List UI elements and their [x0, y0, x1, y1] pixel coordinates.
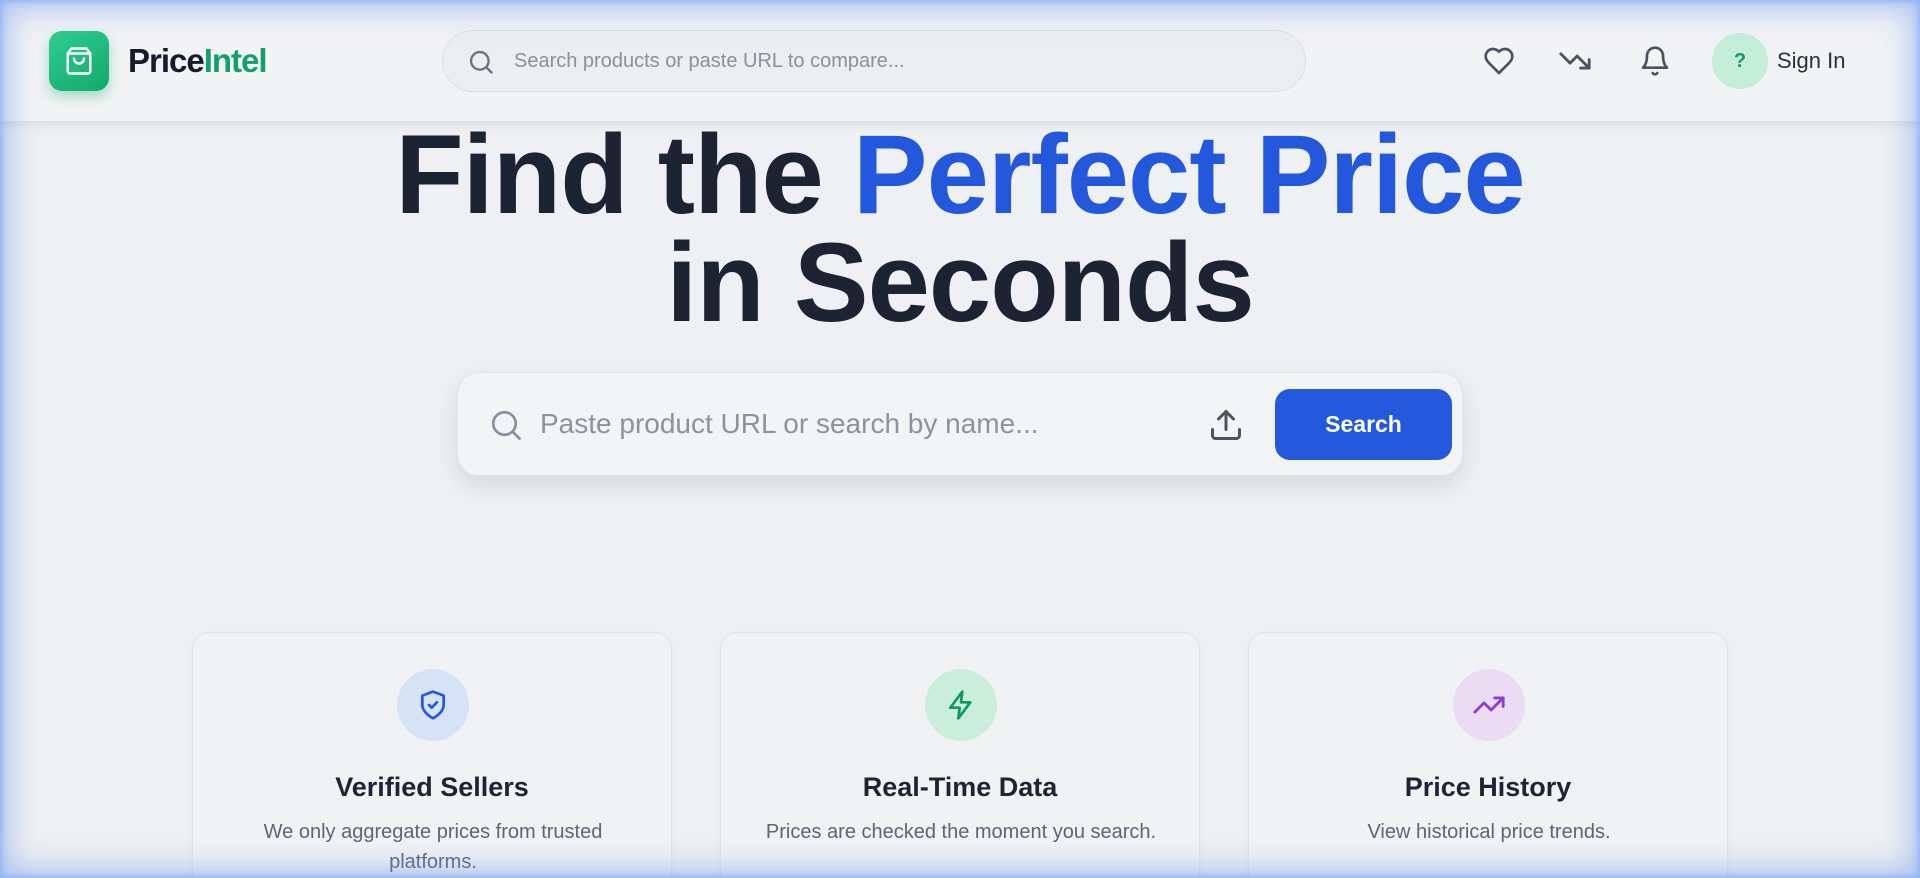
wishlist-button[interactable] — [1480, 42, 1518, 80]
feature-description: Prices are checked the moment you search… — [765, 821, 1157, 843]
feature-icon-circle — [397, 669, 469, 741]
brand-name[interactable]: PriceIntel — [128, 39, 268, 83]
avatar[interactable]: ? — [1712, 33, 1768, 89]
hero-title-plain: Find the — [395, 112, 853, 237]
price-drops-button[interactable] — [1556, 42, 1594, 80]
heart-icon — [1484, 47, 1514, 75]
feature-description: View historical price trends. — [1367, 821, 1611, 843]
feature-description: We only aggregate prices from trusted pl… — [263, 821, 603, 873]
header-search-input[interactable] — [514, 31, 1274, 91]
feature-card-real-time-data: Real-Time Data Prices are checked the mo… — [720, 632, 1200, 878]
hero-title: Find the Perfect Price in Seconds — [0, 119, 1920, 345]
brand-name-part1: Price — [128, 42, 205, 79]
top-navbar: PriceIntel ? Sign In — [0, 0, 1920, 121]
trending-down-icon — [1559, 52, 1591, 70]
header-search-bar — [442, 30, 1306, 92]
trending-up-icon — [1473, 696, 1505, 714]
shield-check-icon — [421, 690, 445, 720]
notifications-button[interactable] — [1636, 42, 1674, 80]
upload-button[interactable] — [1206, 405, 1246, 445]
logo[interactable] — [49, 31, 109, 91]
search-icon — [469, 50, 493, 74]
feature-title: Verified Sellers — [335, 772, 529, 802]
hero-title-line1: Find the Perfect Price — [0, 119, 1920, 231]
hero-search-input[interactable] — [540, 373, 1140, 475]
feature-title: Price History — [1404, 772, 1572, 802]
upload-icon — [1211, 410, 1241, 440]
brand-name-part2: Intel — [203, 42, 268, 79]
feature-card-price-history: Price History View historical price tren… — [1248, 632, 1728, 878]
feature-icon-circle — [1453, 669, 1525, 741]
lightning-icon — [949, 690, 972, 720]
feature-title: Real-Time Data — [862, 772, 1058, 802]
sign-in-link[interactable]: Sign In — [1777, 46, 1846, 76]
search-button[interactable]: Search — [1275, 389, 1452, 460]
feature-card-verified-sellers: Verified Sellers We only aggregate price… — [192, 632, 672, 878]
hero-search-bar: Search — [457, 372, 1463, 476]
search-icon — [491, 410, 521, 440]
hero-title-accent: Perfect Price — [852, 112, 1526, 237]
feature-icon-circle — [925, 669, 997, 741]
bell-icon — [1641, 46, 1669, 76]
shopping-bag-icon — [66, 47, 92, 75]
hero-title-line2: in Seconds — [666, 220, 1254, 345]
